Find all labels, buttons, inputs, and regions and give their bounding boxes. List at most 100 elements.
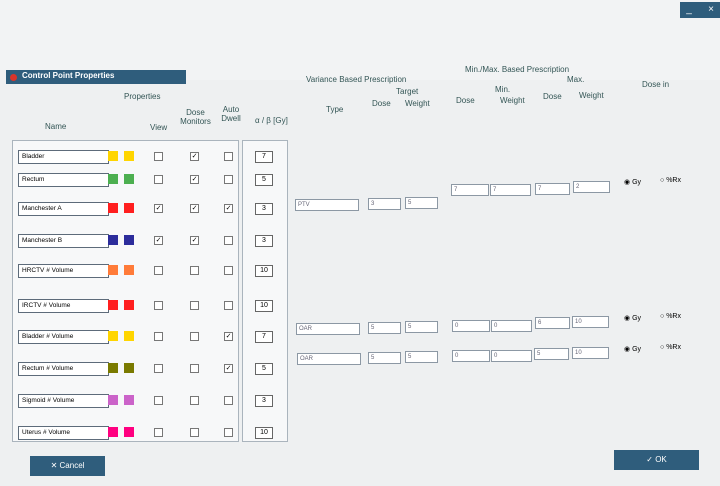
dose-in-rx-row3[interactable]: ○ %Rx xyxy=(660,344,681,351)
primary-color-swatch[interactable] xyxy=(108,203,118,213)
dose-checkbox[interactable]: ✓ xyxy=(190,175,199,184)
auto-checkbox[interactable] xyxy=(224,428,233,437)
primary-color-swatch[interactable] xyxy=(108,300,118,310)
variance-oar2-weight[interactable]: 5 xyxy=(405,351,438,363)
variance-ptv-dose[interactable]: 3 xyxy=(368,198,401,210)
primary-color-swatch[interactable] xyxy=(108,427,118,437)
view-checkbox[interactable] xyxy=(154,152,163,161)
variance-oar1-weight[interactable]: 5 xyxy=(405,321,438,333)
dose-checkbox[interactable] xyxy=(190,428,199,437)
view-checkbox[interactable] xyxy=(154,364,163,373)
auto-checkbox[interactable] xyxy=(224,175,233,184)
secondary-color-swatch[interactable] xyxy=(124,395,134,405)
name-field[interactable]: IRCTV # Volume xyxy=(18,299,109,313)
alpha-beta-value[interactable]: 5 xyxy=(255,363,273,375)
dose-checkbox[interactable] xyxy=(190,301,199,310)
variance-oar1-type[interactable]: OAR xyxy=(296,323,360,335)
ok-button[interactable]: ✓ OK xyxy=(614,450,699,470)
close-button[interactable]: × xyxy=(702,2,720,18)
secondary-color-swatch[interactable] xyxy=(124,151,134,161)
auto-checkbox[interactable] xyxy=(224,152,233,161)
dose-in-gy-row3[interactable]: ◉ Gy xyxy=(624,345,641,353)
secondary-color-swatch[interactable] xyxy=(124,265,134,275)
dose-checkbox[interactable] xyxy=(190,396,199,405)
name-field[interactable]: Uterus # Volume xyxy=(18,426,109,440)
variance-oar1-dose[interactable]: 5 xyxy=(368,322,401,334)
alpha-beta-value[interactable]: 3 xyxy=(255,235,273,247)
secondary-color-swatch[interactable] xyxy=(124,331,134,341)
alpha-beta-value[interactable]: 10 xyxy=(255,265,273,277)
minmax-row3-max-dose[interactable]: 5 xyxy=(534,348,569,360)
alpha-beta-value[interactable]: 5 xyxy=(255,174,273,186)
view-checkbox[interactable] xyxy=(154,301,163,310)
minmax-row1-max-weight[interactable]: 2 xyxy=(573,181,610,193)
auto-checkbox[interactable] xyxy=(224,236,233,245)
dose-checkbox[interactable] xyxy=(190,364,199,373)
secondary-color-swatch[interactable] xyxy=(124,174,134,184)
minmax-row2-max-dose[interactable]: 6 xyxy=(535,317,570,329)
auto-checkbox[interactable]: ✓ xyxy=(224,332,233,341)
primary-color-swatch[interactable] xyxy=(108,265,118,275)
minimize-button[interactable]: _ xyxy=(680,2,698,18)
dose-in-rx-row2[interactable]: ○ %Rx xyxy=(660,313,681,320)
view-checkbox[interactable] xyxy=(154,428,163,437)
auto-checkbox[interactable]: ✓ xyxy=(224,364,233,373)
view-checkbox[interactable] xyxy=(154,332,163,341)
name-field[interactable]: HRCTV # Volume xyxy=(18,264,109,278)
minmax-row1-min-dose[interactable]: 7 xyxy=(451,184,489,196)
alpha-beta-value[interactable]: 10 xyxy=(255,300,273,312)
name-field[interactable]: Rectum xyxy=(18,173,109,187)
name-field[interactable]: Rectum # Volume xyxy=(18,362,109,376)
variance-ptv-weight[interactable]: 5 xyxy=(405,197,438,209)
dose-checkbox[interactable] xyxy=(190,332,199,341)
dose-checkbox[interactable]: ✓ xyxy=(190,204,199,213)
primary-color-swatch[interactable] xyxy=(108,331,118,341)
dose-checkbox[interactable]: ✓ xyxy=(190,236,199,245)
minmax-row2-max-weight[interactable]: 10 xyxy=(572,316,609,328)
minmax-row1-max-dose[interactable]: 7 xyxy=(535,183,570,195)
alpha-beta-value[interactable]: 7 xyxy=(255,331,273,343)
name-field[interactable]: Manchester A xyxy=(18,202,109,216)
view-checkbox[interactable]: ✓ xyxy=(154,204,163,213)
dose-in-gy-row2[interactable]: ◉ Gy xyxy=(624,314,641,322)
primary-color-swatch[interactable] xyxy=(108,151,118,161)
primary-color-swatch[interactable] xyxy=(108,235,118,245)
minmax-row3-min-dose[interactable]: 0 xyxy=(452,350,490,362)
variance-ptv-type[interactable]: PTV xyxy=(295,199,359,211)
variance-oar2-dose[interactable]: 5 xyxy=(368,352,401,364)
dose-checkbox[interactable] xyxy=(190,266,199,275)
alpha-beta-value[interactable]: 10 xyxy=(255,427,273,439)
primary-color-swatch[interactable] xyxy=(108,363,118,373)
auto-checkbox[interactable] xyxy=(224,266,233,275)
view-checkbox[interactable]: ✓ xyxy=(154,236,163,245)
auto-checkbox[interactable]: ✓ xyxy=(224,204,233,213)
alpha-beta-value[interactable]: 3 xyxy=(255,203,273,215)
minmax-row1-min-weight[interactable]: 7 xyxy=(490,184,531,196)
primary-color-swatch[interactable] xyxy=(108,174,118,184)
cancel-button[interactable]: ✕ Cancel xyxy=(30,456,105,476)
auto-checkbox[interactable] xyxy=(224,301,233,310)
secondary-color-swatch[interactable] xyxy=(124,235,134,245)
dose-checkbox[interactable]: ✓ xyxy=(190,152,199,161)
dose-in-gy-row1[interactable]: ◉ Gy xyxy=(624,178,641,186)
secondary-color-swatch[interactable] xyxy=(124,363,134,373)
view-checkbox[interactable] xyxy=(154,266,163,275)
minmax-row2-min-weight[interactable]: 0 xyxy=(491,320,532,332)
name-field[interactable]: Sigmoid # Volume xyxy=(18,394,109,408)
alpha-beta-value[interactable]: 7 xyxy=(255,151,273,163)
name-field[interactable]: Manchester B xyxy=(18,234,109,248)
auto-checkbox[interactable] xyxy=(224,396,233,405)
view-checkbox[interactable] xyxy=(154,396,163,405)
name-field[interactable]: Bladder # Volume xyxy=(18,330,109,344)
name-field[interactable]: Bladder xyxy=(18,150,109,164)
minmax-row3-min-weight[interactable]: 0 xyxy=(491,350,532,362)
dose-in-rx-row1[interactable]: ○ %Rx xyxy=(660,177,681,184)
primary-color-swatch[interactable] xyxy=(108,395,118,405)
alpha-beta-value[interactable]: 3 xyxy=(255,395,273,407)
variance-oar2-type[interactable]: OAR xyxy=(297,353,361,365)
minmax-row2-min-dose[interactable]: 0 xyxy=(452,320,490,332)
minmax-row3-max-weight[interactable]: 10 xyxy=(572,347,609,359)
secondary-color-swatch[interactable] xyxy=(124,203,134,213)
view-checkbox[interactable] xyxy=(154,175,163,184)
secondary-color-swatch[interactable] xyxy=(124,300,134,310)
